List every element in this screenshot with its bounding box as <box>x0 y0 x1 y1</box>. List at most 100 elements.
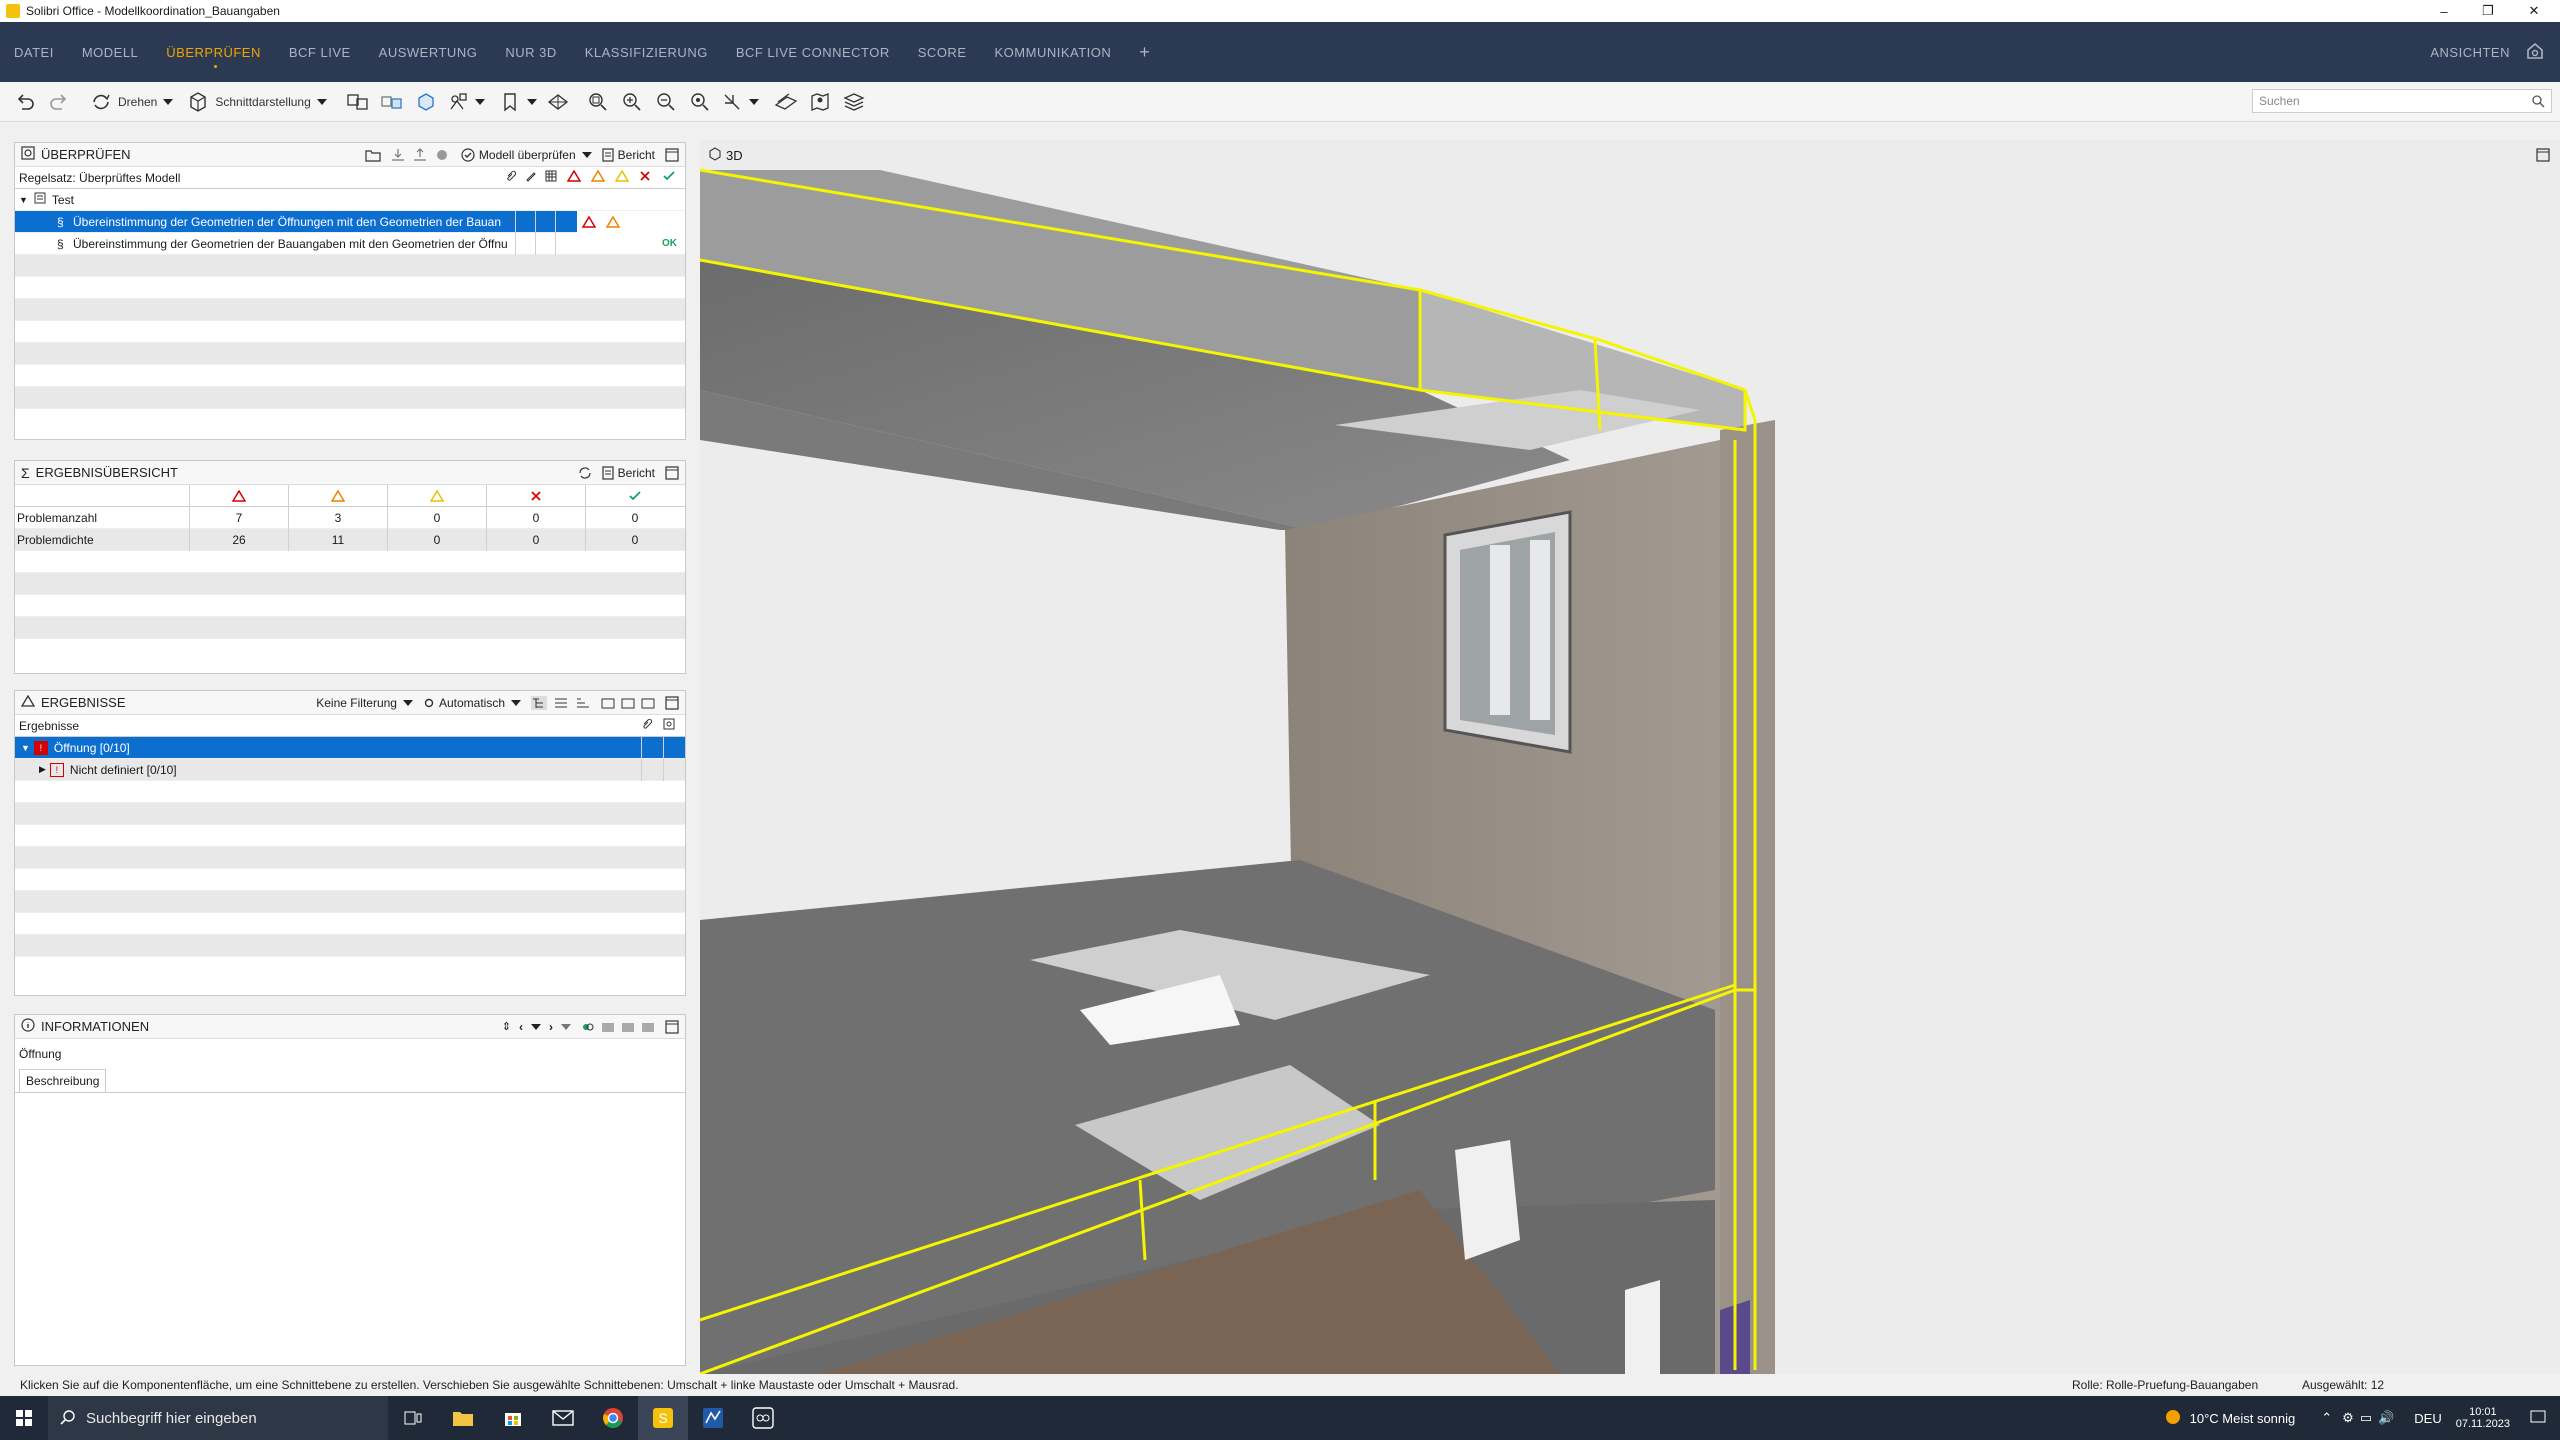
zoom-out-icon[interactable] <box>653 87 679 117</box>
zoom-selection-icon[interactable] <box>687 87 713 117</box>
import-icon[interactable] <box>391 148 405 162</box>
components-icon[interactable] <box>379 87 405 117</box>
menu-tab-2[interactable]: ÜBERPRÜFEN <box>152 22 275 82</box>
viewpoint-icon[interactable] <box>663 718 685 733</box>
zoom-in-icon[interactable] <box>619 87 645 117</box>
filter-dropdown[interactable]: Keine Filterung <box>316 696 413 710</box>
clock-time[interactable]: 10:01 <box>2469 1406 2497 1418</box>
section-view-button[interactable]: Schnittdarstellung <box>187 87 327 117</box>
search-icon <box>2531 94 2545 111</box>
slide-icon[interactable] <box>601 696 615 710</box>
prev-icon[interactable]: ‹ <box>519 1020 523 1034</box>
slide-add-icon[interactable] <box>621 1020 635 1034</box>
tray-icons[interactable]: ⚙▭🔊 <box>2342 1410 2400 1426</box>
app-taskbar-icon[interactable] <box>688 1407 738 1429</box>
zoom-fit-icon[interactable] <box>585 87 611 117</box>
menu-tab-5[interactable]: NUR 3D <box>491 22 570 82</box>
summary-report-button[interactable]: Bericht <box>602 466 655 480</box>
menu-tab-6[interactable]: KLASSIFIZIERUNG <box>571 22 722 82</box>
layers-icon[interactable] <box>841 87 867 117</box>
maximize-panel-icon[interactable] <box>665 1019 679 1034</box>
menu-tab-1[interactable]: MODELL <box>68 22 152 82</box>
menu-ansichten[interactable]: ANSICHTEN <box>2416 22 2524 82</box>
ruleset-tree-root[interactable]: ▼ Test <box>15 189 685 211</box>
maximize-button[interactable]: ❐ <box>2468 0 2508 22</box>
add-tab-button[interactable]: + <box>1125 42 1164 63</box>
export-icon[interactable] <box>413 147 427 162</box>
sort-updown-icon[interactable]: ⇕ <box>502 1020 511 1033</box>
measure-icon[interactable] <box>721 87 759 117</box>
windows-start-icon[interactable] <box>0 1409 48 1427</box>
refresh-icon[interactable] <box>578 466 592 480</box>
slide-remove-icon[interactable] <box>641 696 655 710</box>
menu-tab-3[interactable]: BCF LIVE <box>275 22 365 82</box>
tray-chevron-icon[interactable]: ⌃ <box>2321 1410 2332 1426</box>
model-tree-icon[interactable] <box>345 87 371 117</box>
snip-icon[interactable] <box>738 1407 788 1429</box>
attach-icon[interactable] <box>505 170 525 185</box>
chrome-icon[interactable] <box>588 1407 638 1429</box>
bookmark-icon[interactable] <box>499 87 537 117</box>
search-input[interactable]: Suchen <box>2252 89 2552 113</box>
3d-viewport[interactable] <box>700 140 2560 1374</box>
slice-icon[interactable] <box>773 87 799 117</box>
group-icon[interactable] <box>531 695 547 710</box>
taskbar-search[interactable]: Suchbegriff hier eingeben <box>48 1396 388 1440</box>
minimize-button[interactable]: – <box>2424 0 2464 22</box>
store-icon[interactable] <box>488 1408 538 1428</box>
menu-tab-7[interactable]: BCF LIVE CONNECTOR <box>722 22 904 82</box>
dropdown-icon[interactable] <box>531 1023 541 1030</box>
file-explorer-icon[interactable] <box>438 1409 488 1427</box>
clock-date[interactable]: 07.11.2023 <box>2456 1418 2510 1430</box>
notification-icon[interactable] <box>2530 1409 2546 1428</box>
collapse-icon[interactable] <box>561 1023 571 1030</box>
rotate-button[interactable]: Drehen <box>90 87 174 117</box>
attach-icon[interactable] <box>641 718 663 733</box>
sort-icon[interactable] <box>575 696 591 710</box>
slide-remove-icon[interactable] <box>641 1020 655 1034</box>
menu-tab-8[interactable]: SCORE <box>904 22 981 82</box>
tab-description[interactable]: Beschreibung <box>19 1069 107 1092</box>
mail-icon[interactable] <box>538 1410 588 1426</box>
undo-icon[interactable] <box>12 87 38 117</box>
slide-icon[interactable] <box>601 1020 615 1034</box>
result-item-undefined[interactable]: ▶ ! Nicht definiert [0/10] <box>15 758 685 781</box>
menu-tab-4[interactable]: AUSWERTUNG <box>365 22 492 82</box>
result-item-opening[interactable]: ▼ ! Öffnung [0/10] <box>15 736 685 759</box>
slide-add-icon[interactable] <box>621 696 635 710</box>
edit-icon[interactable] <box>525 170 545 185</box>
menu-tab-0[interactable]: DATEI <box>0 22 68 82</box>
visibility-icon[interactable] <box>447 87 485 117</box>
report-button[interactable]: Bericht <box>602 148 655 162</box>
maximize-panel-icon[interactable] <box>665 465 679 480</box>
link-icon[interactable] <box>581 1020 595 1034</box>
summary-cell: 0 <box>486 528 585 551</box>
auto-dropdown[interactable]: Automatisch <box>423 696 521 710</box>
redo-icon[interactable] <box>46 87 72 117</box>
summary-row-label: Problemdichte <box>17 532 94 547</box>
box-icon[interactable] <box>413 87 439 117</box>
maximize-panel-icon[interactable] <box>665 147 679 162</box>
menu-tab-9[interactable]: KOMMUNIKATION <box>981 22 1126 82</box>
open-ruleset-icon[interactable] <box>365 148 381 162</box>
rule-row-2[interactable]: § Übereinstimmung der Geometrien der Bau… <box>15 232 685 255</box>
close-button[interactable]: ✕ <box>2514 0 2554 22</box>
task-view-icon[interactable] <box>388 1410 438 1426</box>
walk-icon[interactable] <box>545 87 571 117</box>
list-icon[interactable] <box>553 696 569 710</box>
views-icon[interactable] <box>2524 40 2546 65</box>
table-icon[interactable] <box>545 170 567 185</box>
language-indicator[interactable]: DEU <box>2414 1411 2441 1426</box>
map-icon[interactable] <box>807 87 833 117</box>
solibri-taskbar-icon[interactable]: S <box>638 1396 688 1440</box>
settings-icon[interactable] <box>435 148 449 162</box>
cube-icon <box>708 146 722 164</box>
maximize-view-icon[interactable] <box>2536 148 2550 165</box>
weather-text[interactable]: 10°C Meist sonnig <box>2190 1411 2296 1426</box>
check-model-button[interactable]: Modell überprüfen <box>461 148 592 162</box>
3d-model-render[interactable] <box>700 140 2560 1374</box>
rule-row-1[interactable]: § Übereinstimmung der Geometrien der Öff… <box>15 210 685 233</box>
info-panel-title: INFORMATIONEN <box>41 1019 150 1034</box>
next-icon[interactable]: › <box>549 1020 553 1034</box>
maximize-panel-icon[interactable] <box>665 695 679 710</box>
